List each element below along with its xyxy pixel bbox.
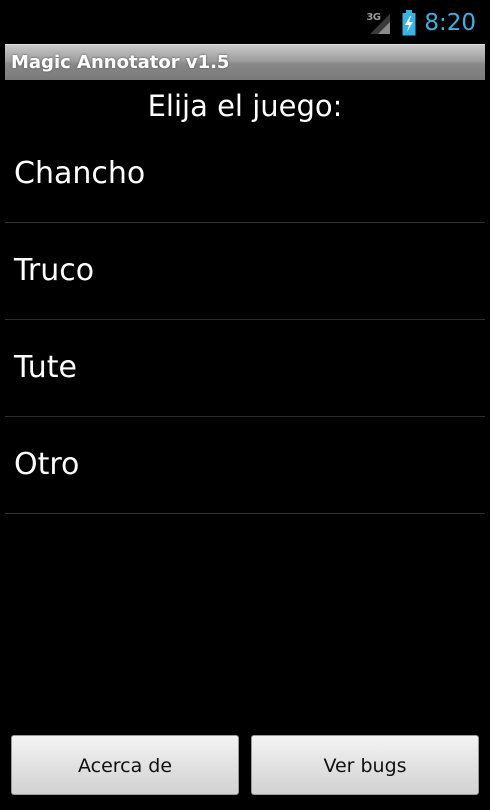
app-screen: 3G 8:20 Magic Annotator v1.5 Elija el ju…	[0, 0, 490, 810]
list-item-label: Truco	[14, 253, 95, 288]
app-title: Magic Annotator v1.5	[11, 52, 230, 73]
status-icons: 3G 8:20	[366, 8, 476, 38]
about-button[interactable]: Acerca de	[11, 735, 239, 795]
network-type-label: 3G	[366, 12, 381, 23]
list-item-label: Otro	[14, 447, 80, 482]
list-item-otro[interactable]: Otro	[5, 417, 485, 514]
page-heading: Elija el juego:	[147, 89, 343, 123]
list-item-chancho[interactable]: Chancho	[5, 126, 485, 223]
view-bugs-button[interactable]: Ver bugs	[251, 735, 479, 795]
list-item-tute[interactable]: Tute	[5, 320, 485, 417]
signal-indicator: 3G	[366, 10, 394, 36]
game-list: Chancho Truco Tute Otro	[5, 126, 485, 514]
title-bar: Magic Annotator v1.5	[5, 44, 485, 80]
clock: 8:20	[424, 10, 476, 36]
list-item-truco[interactable]: Truco	[5, 223, 485, 320]
list-item-label: Chancho	[14, 156, 146, 191]
battery-charging-icon	[402, 10, 416, 36]
list-item-label: Tute	[14, 350, 78, 385]
status-bar: 3G 8:20	[0, 0, 490, 44]
